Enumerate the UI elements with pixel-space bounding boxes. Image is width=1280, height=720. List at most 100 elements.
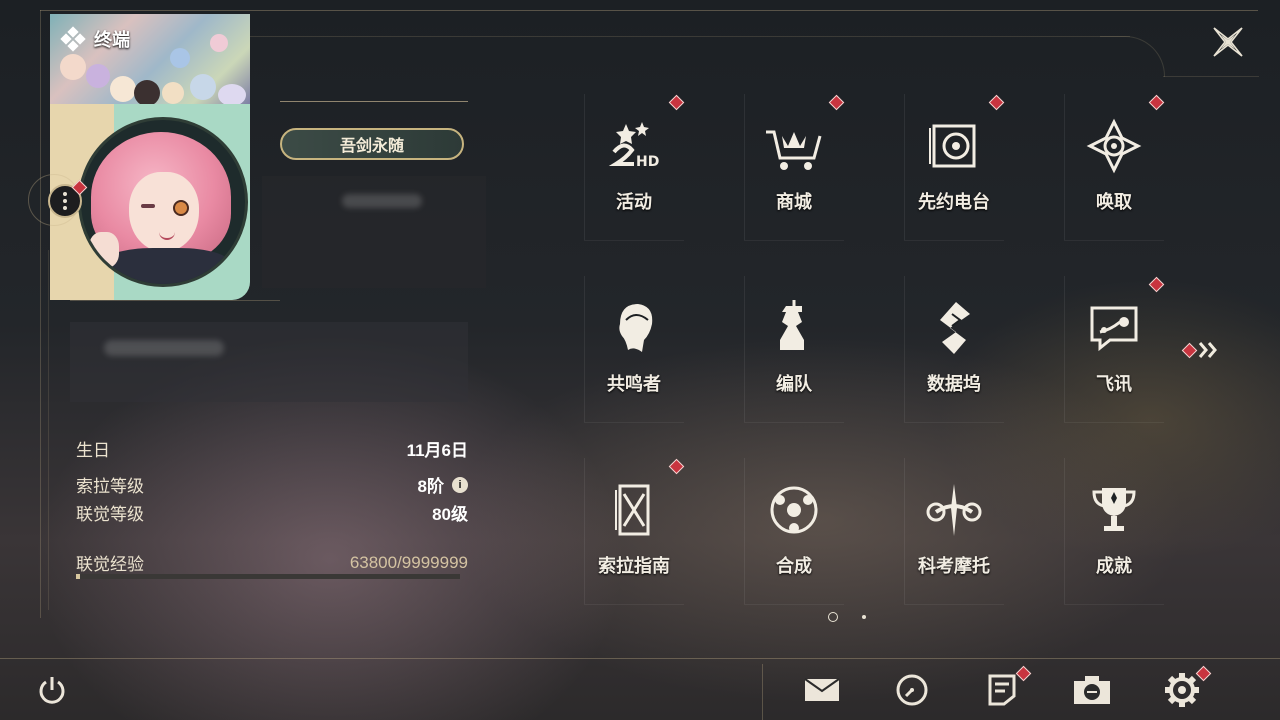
player-signature-blurred [70, 322, 468, 402]
trophy-icon [1082, 478, 1146, 542]
alert-badge [1148, 94, 1165, 111]
menu-item-border [744, 422, 844, 423]
union-level-label: 联觉等级 [76, 505, 144, 524]
synthesis-icon [762, 478, 826, 542]
menu-item-motorcycle[interactable]: 科考摩托 [904, 452, 1064, 632]
notice-icon[interactable] [980, 665, 1032, 712]
convene-icon [1082, 114, 1146, 178]
event-2nd-anniversary-icon: HD [602, 114, 666, 178]
menu-item-border [744, 240, 844, 241]
menu-item-label: 先约电台 [918, 192, 990, 212]
clock-icon[interactable] [890, 668, 934, 712]
radio-icon [922, 114, 986, 178]
menu-item-border [904, 94, 905, 240]
resonator-icon [602, 296, 666, 360]
birthday-row: 生日 11月6日 [76, 436, 468, 461]
menu-item-border [1064, 240, 1164, 241]
terminal-diamond-icon [60, 26, 86, 52]
page-dot[interactable] [862, 615, 866, 619]
info-icon[interactable]: i [452, 476, 468, 493]
menu-item-label: 数据坞 [927, 374, 981, 394]
svg-text:HD: HD [636, 154, 659, 170]
union-level-value: 80级 [432, 505, 468, 524]
union-level-row: 联觉等级 80级 [76, 500, 468, 525]
birthday-label: 生日 [76, 441, 110, 460]
union-exp-fill [76, 574, 80, 579]
close-x-icon[interactable] [1208, 22, 1248, 62]
frame-top-line [40, 10, 1258, 11]
name-plate: 吾剑永随 [280, 128, 464, 160]
menu-item-label: 成就 [1096, 556, 1132, 576]
menu-item-label: 飞讯 [1096, 374, 1132, 394]
name-divider [280, 101, 468, 102]
page-dot-active[interactable] [828, 612, 838, 622]
sola-level-row: 索拉等级 8阶 i [76, 472, 468, 497]
alert-badge [668, 94, 685, 111]
alert-badge [988, 94, 1005, 111]
menu-item-border [744, 276, 745, 422]
team-chess-icon [762, 296, 826, 360]
menu-item-border [1064, 94, 1065, 240]
menu-item-label: 科考摩托 [918, 556, 990, 576]
settings-gear-icon[interactable] [1160, 665, 1212, 712]
menu-item-label: 活动 [616, 192, 652, 212]
name-plate-text: 吾剑永随 [339, 138, 404, 155]
menu-item-radio[interactable]: 先约电台 [904, 88, 1064, 268]
menu-item-border [744, 94, 745, 240]
menu-item-event-2nd-anniversary[interactable]: HD 活动 [584, 88, 744, 268]
menu-item-label: 商城 [776, 192, 812, 212]
camera-icon[interactable] [1070, 668, 1114, 712]
bottom-bar-line [0, 658, 1280, 659]
avatar[interactable] [78, 117, 248, 287]
motorcycle-icon [922, 478, 986, 542]
menu-item-resonator[interactable]: 共鸣者 [584, 270, 744, 450]
menu-item-trophy[interactable]: 成就 [1064, 452, 1224, 632]
data-bank-icon [922, 296, 986, 360]
mail-icon[interactable] [800, 668, 844, 712]
menu-item-border [904, 240, 1004, 241]
sola-level-value: 8阶 [417, 477, 444, 496]
alert-badge [828, 94, 845, 111]
frame-left-line [40, 10, 41, 618]
menu-item-synthesis[interactable]: 合成 [744, 452, 904, 632]
menu-item-border [584, 276, 585, 422]
menu-item-border [904, 276, 905, 422]
player-name-blurred [262, 176, 486, 288]
menu-item-border [1064, 422, 1164, 423]
menu-item-label: 共鸣者 [607, 374, 661, 394]
frame-inner-line [250, 36, 1130, 37]
menu-item-border [1064, 276, 1065, 422]
menu-item-convene[interactable]: 唤取 [1064, 88, 1224, 268]
menu-item-guidebook[interactable]: 索拉指南 [584, 452, 744, 632]
alert-badge [668, 458, 685, 475]
menu-item-label: 索拉指南 [598, 556, 670, 576]
menu-item-border [1064, 604, 1164, 605]
menu-item-shop-cart-crown[interactable]: 商城 [744, 88, 904, 268]
page-title: 终端 [60, 26, 130, 52]
shop-cart-crown-icon [762, 114, 826, 178]
alert-badge [1148, 276, 1165, 293]
menu-item-team-chess[interactable]: 编队 [744, 270, 904, 450]
union-exp-value: 63800/9999999 [349, 552, 468, 572]
guidebook-icon [602, 478, 666, 542]
menu-item-label: 合成 [776, 556, 812, 576]
menu-item-label: 编队 [776, 374, 812, 394]
menu-item-border [744, 604, 844, 605]
union-exp-bar [76, 574, 460, 579]
power-icon[interactable] [30, 668, 74, 712]
union-exp-row: 联觉经验 63800/9999999 [76, 550, 468, 575]
menu-item-data-bank[interactable]: 数据坞 [904, 270, 1064, 450]
menu-item-border [584, 94, 585, 240]
menu-item-border [584, 458, 585, 604]
menu-item-label: 唤取 [1096, 192, 1132, 212]
menu-item-border [584, 240, 684, 241]
union-exp-label: 联觉经验 [76, 555, 144, 574]
sola-level-label: 索拉等级 [76, 477, 144, 496]
frame-inner-right-line [1163, 76, 1259, 77]
menu-item-border [584, 604, 684, 605]
menu-item-border [584, 422, 684, 423]
card-separator [70, 300, 280, 301]
birthday-value: 11月6日 [406, 441, 468, 460]
message-icon [1082, 296, 1146, 360]
next-page-button[interactable] [1181, 338, 1224, 367]
